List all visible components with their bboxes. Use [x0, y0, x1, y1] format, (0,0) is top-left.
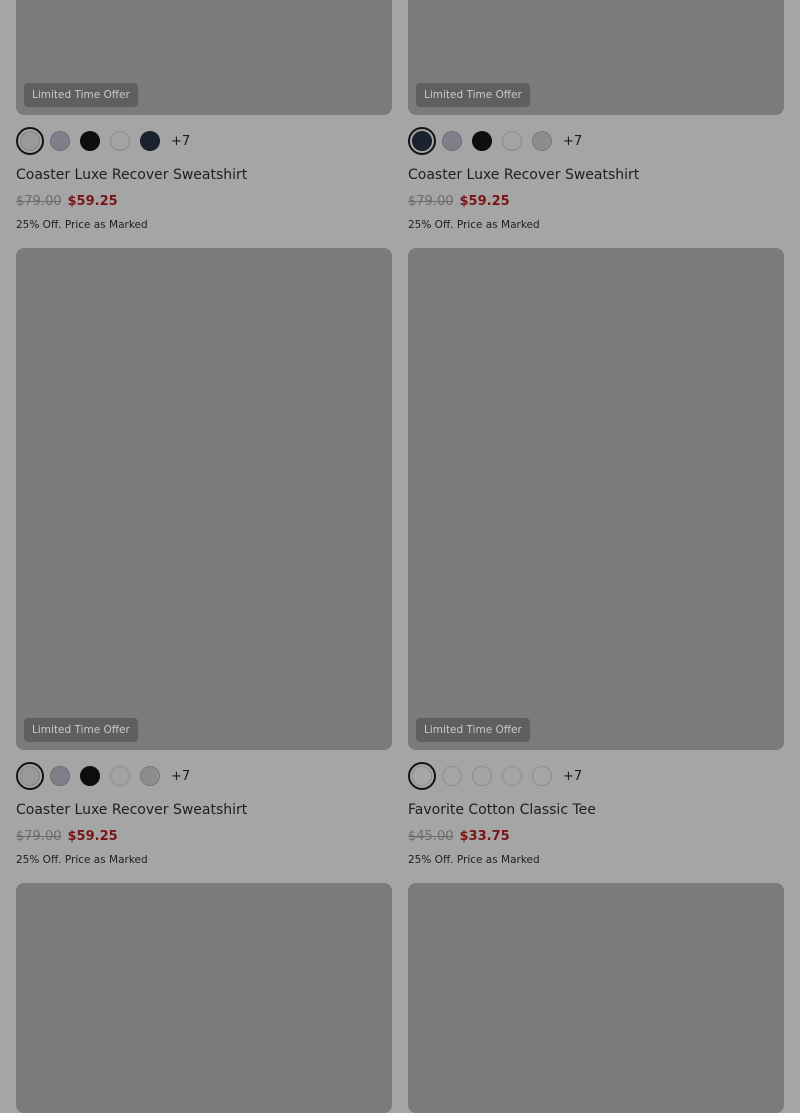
color-swatch-fill — [20, 131, 40, 151]
product-image[interactable] — [16, 883, 392, 1113]
more-colors-link[interactable]: +7 — [171, 769, 190, 784]
color-swatch[interactable] — [408, 762, 436, 790]
promo-text: 25% Off. Price as Marked — [408, 219, 540, 231]
color-swatch-fill — [412, 766, 432, 786]
more-colors-link[interactable]: +7 — [563, 134, 582, 149]
color-swatch[interactable] — [442, 131, 462, 151]
color-swatch[interactable] — [140, 766, 160, 786]
color-swatch[interactable] — [408, 127, 436, 155]
color-swatch[interactable] — [16, 762, 44, 790]
sale-price: $33.75 — [459, 829, 510, 844]
color-swatch[interactable] — [16, 127, 44, 155]
more-colors-link[interactable]: +7 — [563, 769, 582, 784]
color-swatch[interactable] — [80, 131, 100, 151]
color-swatch[interactable] — [472, 131, 492, 151]
sale-price: $59.25 — [459, 194, 510, 209]
color-swatch[interactable] — [80, 766, 100, 786]
color-swatch[interactable] — [110, 766, 130, 786]
original-price: $79.00 — [16, 829, 62, 844]
price-row: $45.00 $33.75 — [408, 829, 510, 844]
color-swatches: +7 — [408, 127, 582, 155]
color-swatch[interactable] — [50, 766, 70, 786]
promo-text: 25% Off. Price as Marked — [408, 854, 540, 866]
promo-text: 25% Off. Price as Marked — [16, 219, 148, 231]
color-swatch[interactable] — [110, 131, 130, 151]
color-swatch[interactable] — [472, 766, 492, 786]
product-name[interactable]: Coaster Luxe Recover Sweatshirt — [16, 167, 247, 183]
color-swatch[interactable] — [532, 766, 552, 786]
promo-text: 25% Off. Price as Marked — [16, 854, 148, 866]
color-swatch[interactable] — [502, 766, 522, 786]
color-swatch[interactable] — [532, 131, 552, 151]
product-image[interactable] — [16, 248, 392, 750]
limited-time-offer-badge: Limited Time Offer — [24, 718, 138, 742]
price-row: $79.00 $59.25 — [16, 829, 118, 844]
color-swatch[interactable] — [442, 766, 462, 786]
price-row: $79.00 $59.25 — [16, 194, 118, 209]
price-row: $79.00 $59.25 — [408, 194, 510, 209]
limited-time-offer-badge: Limited Time Offer — [416, 83, 530, 107]
color-swatch[interactable] — [140, 131, 160, 151]
color-swatch[interactable] — [50, 131, 70, 151]
color-swatch[interactable] — [502, 131, 522, 151]
original-price: $79.00 — [16, 194, 62, 209]
original-price: $79.00 — [408, 194, 454, 209]
sale-price: $59.25 — [67, 829, 118, 844]
limited-time-offer-badge: Limited Time Offer — [416, 718, 530, 742]
more-colors-link[interactable]: +7 — [171, 134, 190, 149]
product-name[interactable]: Coaster Luxe Recover Sweatshirt — [408, 167, 639, 183]
limited-time-offer-badge: Limited Time Offer — [24, 83, 138, 107]
color-swatches: +7 — [408, 762, 582, 790]
product-name[interactable]: Favorite Cotton Classic Tee — [408, 802, 596, 818]
color-swatches: +7 — [16, 762, 190, 790]
product-image[interactable] — [408, 248, 784, 750]
original-price: $45.00 — [408, 829, 454, 844]
sale-price: $59.25 — [67, 194, 118, 209]
color-swatch-fill — [412, 131, 432, 151]
product-image[interactable] — [408, 883, 784, 1113]
product-name[interactable]: Coaster Luxe Recover Sweatshirt — [16, 802, 247, 818]
color-swatch-fill — [20, 766, 40, 786]
color-swatches: +7 — [16, 127, 190, 155]
